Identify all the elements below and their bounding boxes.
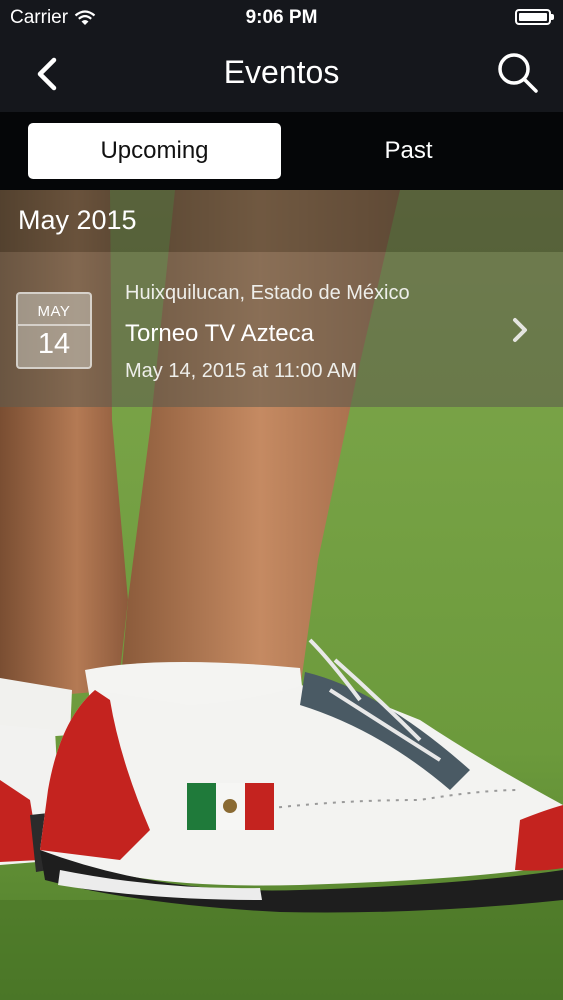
tab-upcoming-label: Upcoming xyxy=(100,137,209,164)
date-divider xyxy=(18,324,90,326)
page-title: Eventos xyxy=(223,54,340,90)
tab-upcoming[interactable]: Upcoming xyxy=(28,123,281,179)
search-icon xyxy=(498,53,538,93)
segmented-control: Upcoming Past xyxy=(0,112,563,190)
event-location: Huixquilucan, Estado de México xyxy=(125,282,410,304)
section-header: May 2015 xyxy=(0,190,563,252)
event-list-item[interactable]: MAY 14 Huixquilucan, Estado de México To… xyxy=(0,252,563,407)
clock: 9:06 PM xyxy=(245,7,318,28)
status-bar: Carrier 9:06 PM xyxy=(0,0,563,36)
tab-past-label: Past xyxy=(384,137,433,164)
date-badge: MAY 14 xyxy=(16,292,92,369)
event-name: Torneo TV Azteca xyxy=(125,320,314,347)
flag-patch-icon xyxy=(187,783,274,830)
tab-past[interactable]: Past xyxy=(282,123,535,179)
date-month: MAY xyxy=(37,303,71,320)
search-button[interactable] xyxy=(493,48,543,98)
chevron-right-icon xyxy=(513,318,527,342)
navigation-bar: Eventos xyxy=(0,36,563,112)
battery-icon xyxy=(515,9,554,25)
event-datetime: May 14, 2015 at 11:00 AM xyxy=(125,360,358,382)
section-title: May 2015 xyxy=(18,205,137,235)
date-day: 14 xyxy=(37,328,71,360)
